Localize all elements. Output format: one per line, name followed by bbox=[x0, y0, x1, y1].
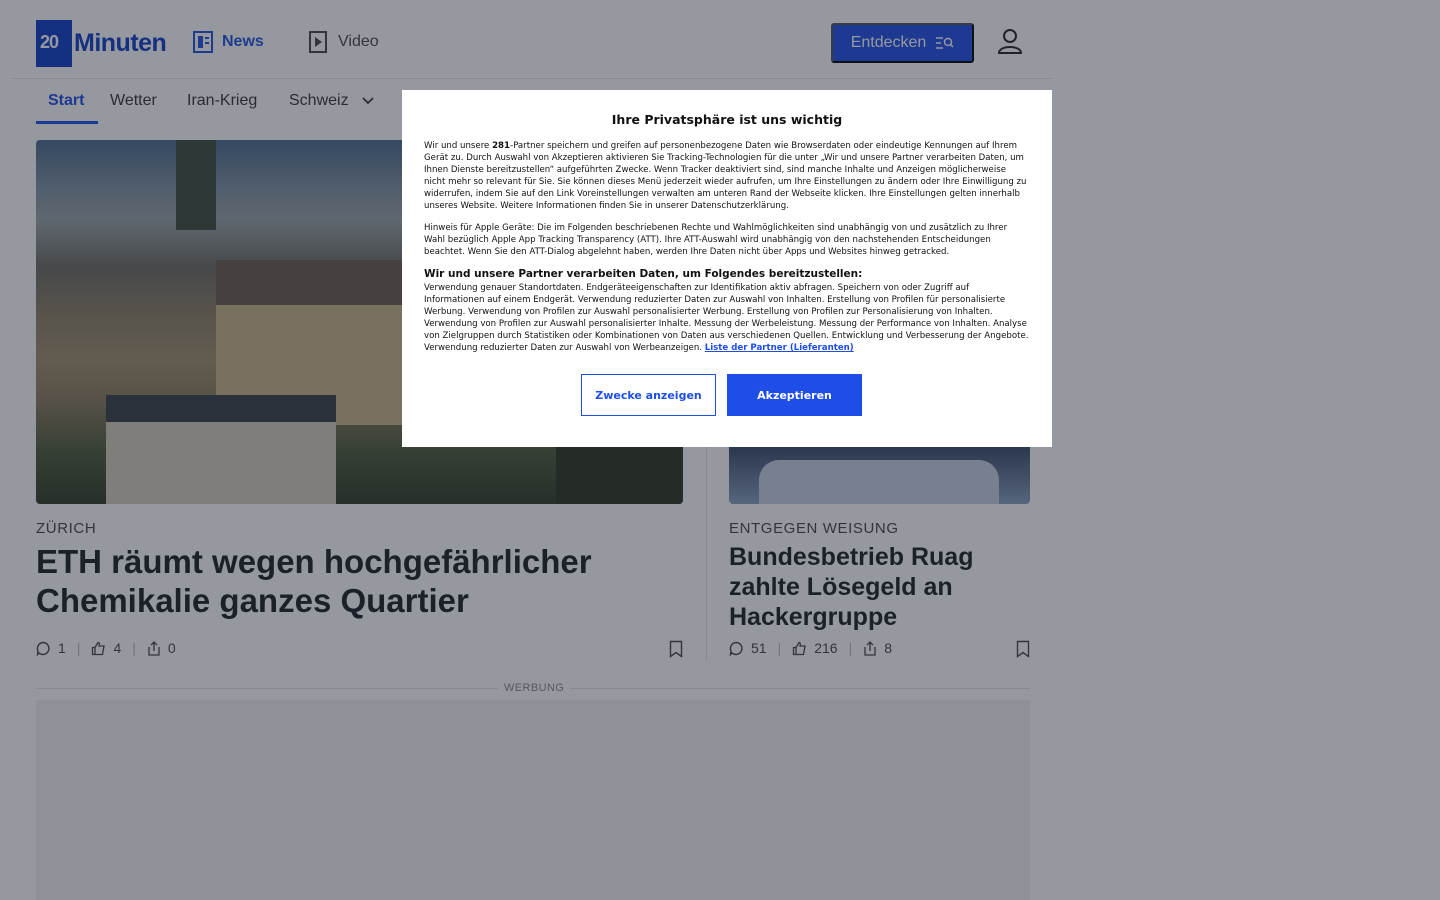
partner-list-link[interactable]: Liste der Partner (Lieferanten) bbox=[705, 343, 854, 353]
consent-text-purposes: Verwendung genauer Standortdaten. Endger… bbox=[424, 283, 1029, 353]
accept-button[interactable]: Akzeptieren bbox=[727, 374, 862, 416]
consent-dialog: Ihre Privatsphäre ist uns wichtig Wir un… bbox=[402, 90, 1052, 447]
consent-subtitle: Wir und unsere Partner verarbeiten Daten… bbox=[424, 268, 863, 280]
consent-text-intro: Wir und unsere 281-Partner speichern und… bbox=[424, 141, 1027, 211]
partner-count: 281 bbox=[492, 141, 511, 151]
show-purposes-button[interactable]: Zwecke anzeigen bbox=[581, 374, 716, 416]
consent-title: Ihre Privatsphäre ist uns wichtig bbox=[611, 112, 843, 127]
consent-text-apple: Hinweis für Apple Geräte: Die im Folgend… bbox=[424, 223, 1008, 257]
